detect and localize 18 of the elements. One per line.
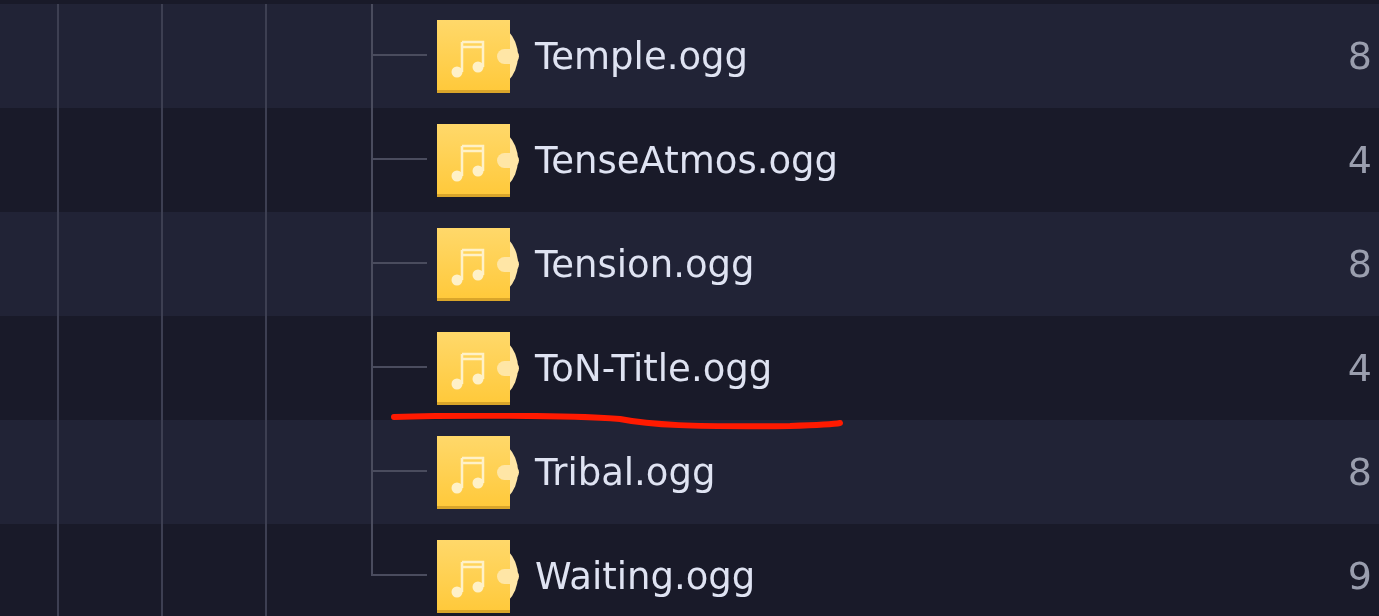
music-file-icon bbox=[437, 20, 519, 94]
table-cell: 8 bbox=[1347, 450, 1372, 494]
file-name: Tribal.ogg bbox=[535, 450, 716, 494]
file-name: Tension.ogg bbox=[535, 242, 755, 286]
table-cell: 8 bbox=[1347, 242, 1372, 286]
file-name: Waiting.ogg bbox=[535, 554, 756, 598]
music-file-icon bbox=[437, 228, 519, 302]
music-file-icon bbox=[437, 436, 519, 510]
file-name: TenseAtmos.ogg bbox=[535, 138, 839, 182]
table-cell: 9 bbox=[1347, 554, 1372, 598]
music-file-icon bbox=[437, 332, 519, 406]
file-name: Temple.ogg bbox=[535, 34, 749, 78]
music-file-icon bbox=[437, 540, 519, 614]
music-file-icon bbox=[437, 124, 519, 198]
file-name: ToN-Title.ogg bbox=[535, 346, 773, 390]
table-cell: 8 bbox=[1347, 34, 1372, 78]
table-cell: 4 bbox=[1347, 346, 1372, 390]
table-cell: 4 bbox=[1347, 138, 1372, 182]
